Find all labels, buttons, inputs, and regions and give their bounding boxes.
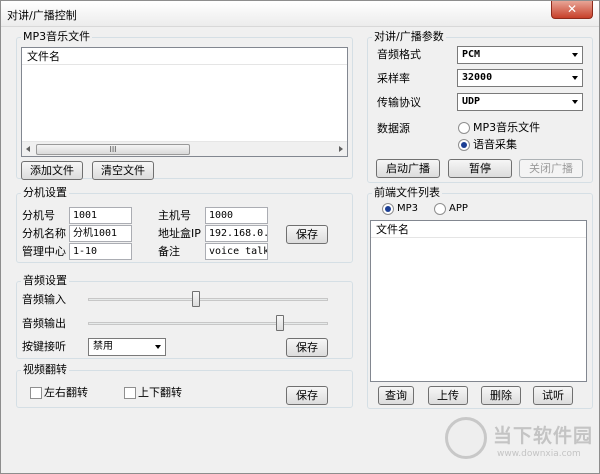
audio-format-select[interactable]: PCM [457,46,583,64]
params-group-label: 对讲/广播参数 [372,30,446,44]
add-file-button[interactable]: 添加文件 [21,161,83,180]
clear-files-button[interactable]: 清空文件 [92,161,154,180]
box-ip-input[interactable]: 192.168.0.1 [205,225,268,242]
title-bar[interactable]: 对讲/广播控制 ✕ [1,1,599,27]
stop-broadcast-button[interactable]: 关闭广播 [519,159,583,178]
source-mp3-label[interactable]: MP3音乐文件 [473,121,540,135]
mp3-list-hscrollbar[interactable]: III [22,141,347,156]
type-app-radio[interactable] [434,203,446,215]
ext-name-input[interactable]: 分机1001 [69,225,132,242]
audio-format-value: PCM [462,49,481,60]
window-title: 对讲/广播控制 [7,9,77,22]
scroll-left-icon[interactable] [26,146,30,152]
flip-lr-checkbox[interactable] [30,387,42,399]
host-no-input[interactable]: 1000 [205,207,268,224]
source-voice-radio[interactable] [458,139,470,151]
flip-lr-label[interactable]: 左右翻转 [44,386,88,400]
audio-group-label: 音频设置 [21,274,69,288]
ext-no-label: 分机号 [22,209,55,222]
flip-ud-checkbox[interactable] [124,387,136,399]
chevron-down-icon [572,53,578,57]
delete-button[interactable]: 删除 [481,386,521,405]
host-no-label: 主机号 [158,209,191,222]
source-mp3-radio[interactable] [458,122,470,134]
protocol-label: 传输协议 [377,96,421,109]
type-mp3-radio[interactable] [382,203,394,215]
scroll-right-icon[interactable] [339,146,343,152]
audio-input-slider-thumb[interactable] [192,291,200,307]
flip-ud-label[interactable]: 上下翻转 [138,386,182,400]
audio-save-button[interactable]: 保存 [286,338,328,357]
audio-output-slider-track[interactable] [88,322,328,325]
video-save-button[interactable]: 保存 [286,386,328,405]
pause-button[interactable]: 暂停 [448,159,512,178]
mp3-group-label: MP3音乐文件 [21,30,93,44]
ext-name-label: 分机名称 [22,227,66,240]
close-button[interactable]: ✕ [551,1,593,19]
start-broadcast-button[interactable]: 启动广播 [376,159,440,178]
protocol-value: UDP [462,96,481,107]
type-mp3-label[interactable]: MP3 [397,202,418,216]
protocol-select[interactable]: UDP [457,93,583,111]
audio-input-slider-track[interactable] [88,298,328,301]
chevron-down-icon [572,100,578,104]
sample-rate-select[interactable]: 32000 [457,69,583,87]
audio-output-slider-thumb[interactable] [276,315,284,331]
listen-button[interactable]: 试听 [533,386,573,405]
frontend-list-header[interactable]: 文件名 [371,221,586,238]
sample-rate-label: 采样率 [377,72,410,85]
upload-button[interactable]: 上传 [428,386,468,405]
key-listen-label: 按键接听 [22,340,66,353]
dialog-window: 对讲/广播控制 ✕ MP3音乐文件 文件名 III 添加文件 清空文件 对讲/广… [0,0,600,474]
source-voice-label[interactable]: 语音采集 [473,138,517,152]
mgmt-center-input[interactable]: 1-10 [69,243,132,260]
ext-no-input[interactable]: 1001 [69,207,132,224]
type-app-label[interactable]: APP [449,202,468,216]
audio-output-label: 音频输出 [22,317,66,330]
mp3-list-header[interactable]: 文件名 [22,48,347,65]
watermark: 当下软件园 www.downxia.com [445,413,599,471]
watermark-url: www.downxia.com [497,449,581,459]
query-button[interactable]: 查询 [378,386,414,405]
extension-group-label: 分机设置 [21,186,69,200]
frontend-group-label: 前端文件列表 [372,186,442,200]
note-label: 备注 [158,245,180,258]
video-group-label: 视频翻转 [21,363,69,377]
chevron-down-icon [155,345,161,349]
key-listen-select[interactable]: 禁用 [88,338,166,356]
sample-rate-value: 32000 [462,72,493,83]
frontend-file-list[interactable]: 文件名 [370,220,587,382]
mp3-file-list[interactable]: 文件名 III [21,47,348,157]
watermark-brand: 当下软件园 [493,425,594,447]
data-source-label: 数据源 [377,122,410,135]
mgmt-center-label: 管理中心 [22,245,66,258]
scroll-thumb[interactable]: III [36,144,190,155]
box-ip-label: 地址盒IP [158,227,201,240]
chevron-down-icon [572,76,578,80]
key-listen-value: 禁用 [93,341,113,352]
extension-save-button[interactable]: 保存 [286,225,328,244]
audio-format-label: 音频格式 [377,48,421,61]
audio-input-label: 音频输入 [22,293,66,306]
watermark-logo-icon [445,417,487,459]
note-input[interactable]: voice talk [205,243,268,260]
